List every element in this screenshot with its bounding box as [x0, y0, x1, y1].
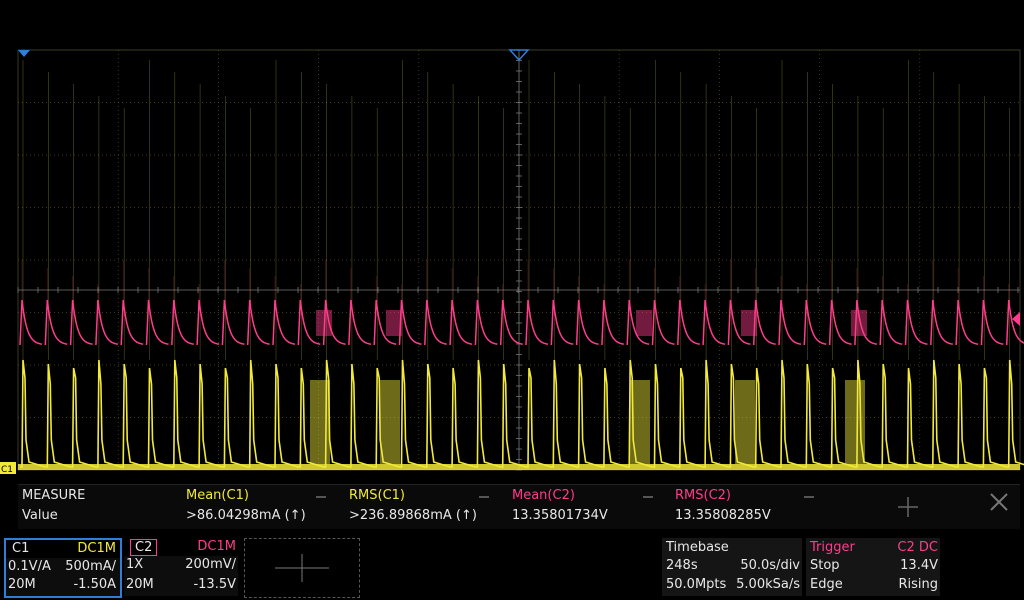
ch2-offset: -13.5V	[193, 577, 236, 592]
close-icon[interactable]	[988, 491, 1010, 513]
timebase-rate: 5.00kSa/s	[736, 577, 800, 592]
measure-panel: MEASURE Value Mean(C1) >86.04298mA (↑) R…	[18, 484, 1020, 529]
trigger-title: Trigger	[810, 540, 855, 555]
status-bar: C1 DC1M 0.1V/A 500mA/ 20M -1.50A C2 DC1M…	[0, 536, 1024, 600]
measure-dash-1	[316, 496, 326, 498]
trigger-level: 13.4V	[900, 558, 938, 573]
trigger-type: Edge	[810, 577, 843, 592]
measure-name-1[interactable]: Mean(C1)	[186, 488, 249, 503]
measure-dash-4	[804, 496, 814, 498]
ch1-offset: -1.50A	[73, 577, 116, 592]
plus-icon[interactable]	[896, 495, 920, 519]
measure-value-4: 13.35808285V	[675, 508, 771, 523]
measure-dash-3	[643, 496, 653, 498]
measure-value-2: >236.89868mA (↑)	[349, 508, 477, 523]
ch1-bandwidth: 20M	[8, 577, 36, 592]
ch2-name: C2	[130, 539, 158, 556]
ch1-scale2: 500mA/	[65, 559, 116, 574]
ch1-settings-box[interactable]: C1 DC1M 0.1V/A 500mA/ 20M -1.50A	[4, 538, 122, 598]
measure-name-2[interactable]: RMS(C1)	[349, 488, 405, 503]
ch1-marker-label: C1	[1, 465, 13, 475]
ch1-name: C1	[12, 541, 30, 556]
ch2-bandwidth: 20M	[126, 577, 154, 592]
plus-icon	[275, 554, 329, 582]
timebase-delay: 248s	[666, 558, 698, 573]
waveform-display[interactable]: C1 C2	[0, 0, 1024, 480]
ch2-scale: 200mV/	[185, 557, 236, 572]
trigger-source: C2 DC	[897, 540, 938, 555]
trigger-mode: Stop	[810, 558, 840, 573]
measure-value-3: 13.35801734V	[512, 508, 608, 523]
measure-dash-2	[479, 496, 489, 498]
ch1-coupling: DC1M	[77, 541, 116, 556]
add-channel-box[interactable]	[244, 538, 360, 598]
ch2-settings-box[interactable]: C2 DC1M 1X 200mV/ 20M -13.5V	[124, 538, 238, 596]
timebase-title: Timebase	[666, 540, 729, 555]
ch1-scale1: 0.1V/A	[8, 559, 51, 574]
measure-value-1: >86.04298mA (↑)	[186, 508, 306, 523]
ch2-coupling: DC1M	[197, 539, 236, 554]
timebase-points: 50.0Mpts	[666, 577, 727, 592]
timebase-box[interactable]: Timebase 248s 50.0s/div 50.0Mpts 5.00kSa…	[662, 538, 802, 596]
measure-name-3[interactable]: Mean(C2)	[512, 488, 575, 503]
ch2-probe: 1X	[126, 557, 144, 572]
measure-title: MEASURE	[22, 488, 86, 503]
trigger-slope: Rising	[898, 577, 938, 592]
measure-name-4[interactable]: RMS(C2)	[675, 488, 731, 503]
trigger-box[interactable]: Trigger C2 DC Stop 13.4V Edge Rising	[806, 538, 940, 596]
timebase-scale: 50.0s/div	[740, 558, 800, 573]
measure-row-label: Value	[22, 508, 58, 523]
